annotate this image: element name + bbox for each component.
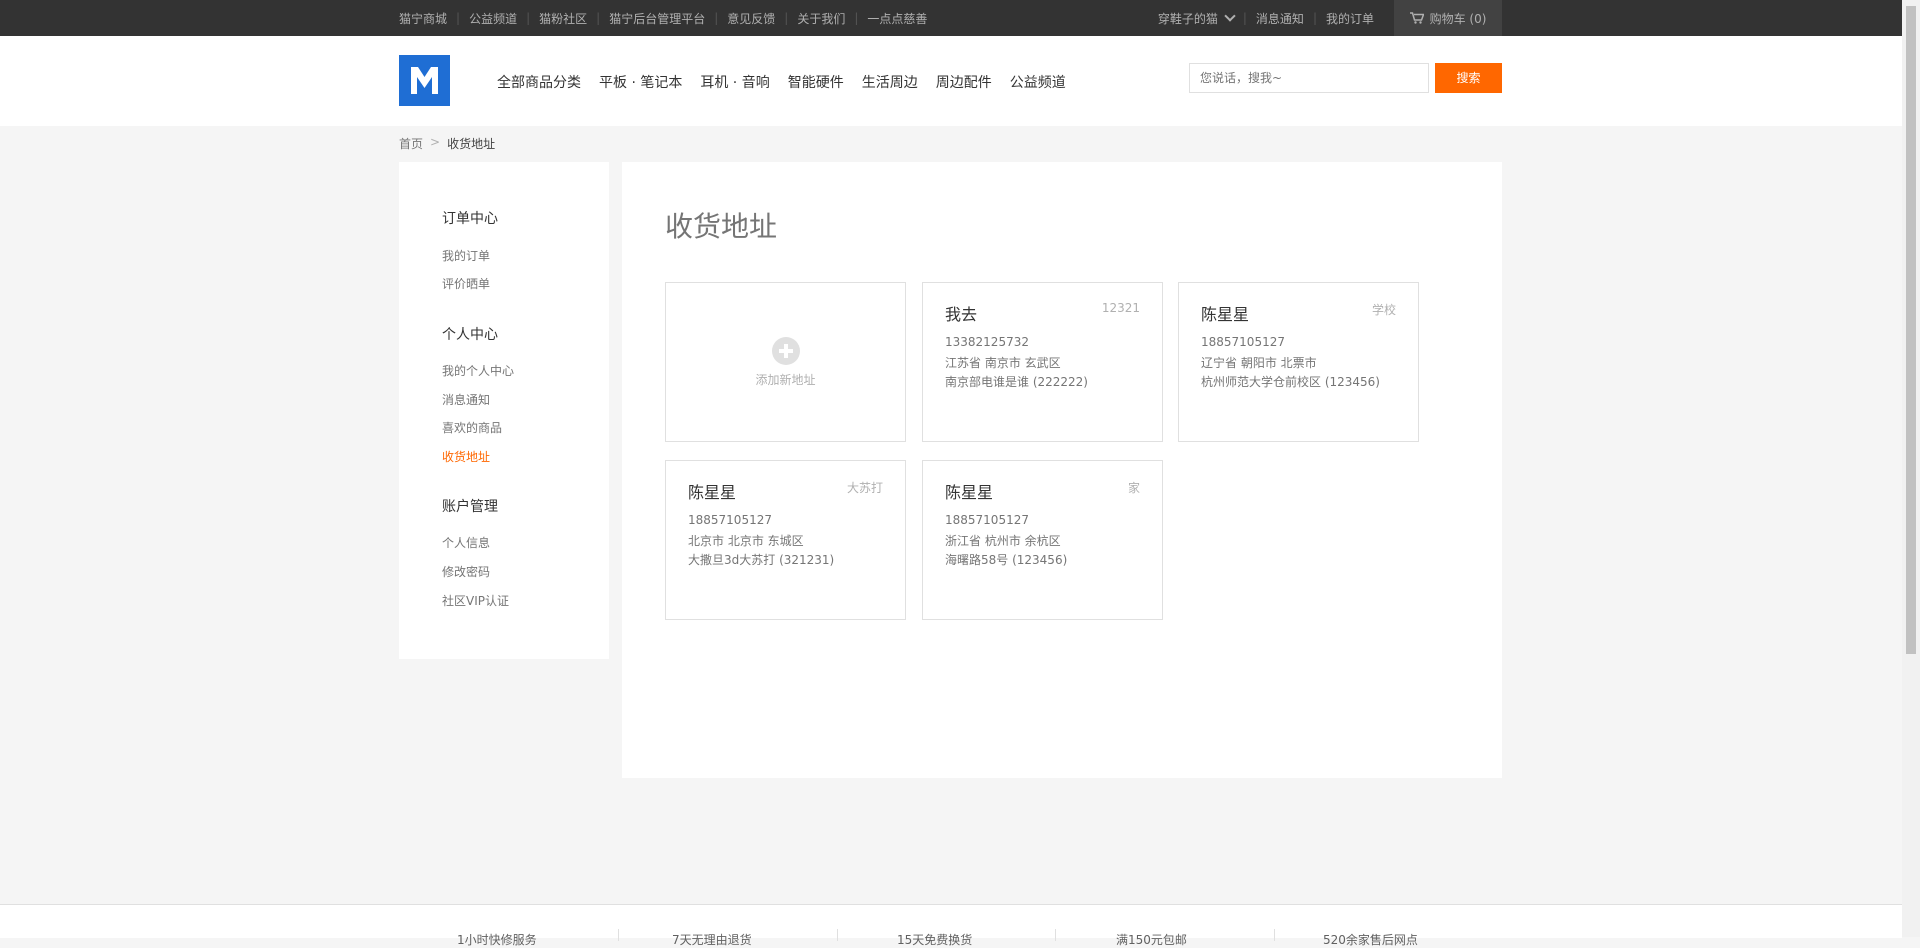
sidebar-item-personal-center[interactable]: 我的个人中心	[442, 362, 514, 379]
footer-item-service-points[interactable]: 520余家售后网点	[1323, 931, 1418, 948]
address-name: 陈星星	[945, 483, 994, 502]
search-input[interactable]	[1189, 63, 1429, 93]
address-detail: 大撒旦3d大苏打 (321231)	[688, 553, 835, 567]
site-header: 全部商品分类 平板 · 笔记本 耳机 · 音响 智能硬件 生活周边 周边配件 公…	[0, 36, 1902, 126]
top-link-admin[interactable]: 猫宁后台管理平台	[609, 10, 705, 27]
top-link-community[interactable]: 猫粉社区	[539, 10, 587, 27]
address-detail: 杭州师范大学仓前校区 (123456)	[1201, 375, 1380, 389]
top-link-about[interactable]: 关于我们	[797, 10, 845, 27]
sidebar-item-addresses[interactable]: 收货地址	[442, 448, 490, 465]
add-address-label: 添加新地址	[755, 372, 816, 387]
address-panel: 收货地址 添加新地址 我去 12321 13382125732 江苏省 南京市 …	[622, 162, 1502, 778]
breadcrumb: 首页 > 收货地址	[399, 135, 495, 152]
top-link-feedback[interactable]: 意见反馈	[727, 10, 775, 27]
address-name: 我去	[945, 305, 978, 324]
nav-lifestyle[interactable]: 生活周边	[862, 72, 918, 92]
breadcrumb-separator: >	[430, 135, 441, 149]
address-tag: 家	[1127, 481, 1140, 495]
address-tag: 学校	[1371, 303, 1396, 317]
search-button[interactable]: 搜索	[1435, 63, 1502, 93]
address-tag: 大苏打	[846, 481, 883, 495]
top-bar: 猫宁商城 | 公益频道 | 猫粉社区 | 猫宁后台管理平台 | 意见反馈 | 关于我们 | …	[0, 0, 1902, 36]
address-region: 辽宁省 朝阳市 北票市	[1201, 356, 1317, 370]
nav-tablet-laptop[interactable]: 平板 · 笔记本	[599, 72, 682, 92]
nav-all-categories[interactable]: 全部商品分类	[497, 72, 581, 92]
page-scrollbar[interactable]	[1902, 0, 1920, 937]
nav-accessories[interactable]: 周边配件	[936, 72, 992, 92]
sidebar-item-password[interactable]: 修改密码	[442, 563, 490, 580]
footer-item-shipping[interactable]: 满150元包邮	[1116, 931, 1187, 948]
address-tag: 12321	[1101, 301, 1140, 315]
footer-divider	[618, 929, 619, 941]
sidebar-item-profile[interactable]: 个人信息	[442, 534, 490, 551]
address-phone: 18857105127	[1201, 335, 1285, 349]
address-card[interactable]: 陈星星 大苏打 18857105127 北京市 北京市 东城区 大撒旦3d大苏打…	[665, 460, 906, 620]
address-detail: 南京部电谁是谁 (222222)	[945, 375, 1088, 389]
top-link-charity[interactable]: 公益频道	[469, 10, 517, 27]
plus-circle-icon	[771, 336, 800, 365]
nav-smart-hardware[interactable]: 智能硬件	[788, 72, 844, 92]
main-nav: 全部商品分类 平板 · 笔记本 耳机 · 音响 智能硬件 生活周边 周边配件 公…	[497, 72, 1084, 92]
footer-divider	[837, 929, 838, 941]
sidebar-title-personal: 个人中心	[442, 327, 498, 343]
address-card[interactable]: 陈星星 家 18857105127 浙江省 杭州市 余杭区 海曙路58号 (12…	[922, 460, 1163, 620]
breadcrumb-home[interactable]: 首页	[399, 135, 423, 152]
address-phone: 13382125732	[945, 335, 1029, 349]
sidebar-title-orders: 订单中心	[442, 211, 498, 227]
top-link-kindness[interactable]: 一点点慈善	[867, 10, 927, 27]
page-title: 收货地址	[665, 210, 778, 243]
user-menu[interactable]: 穿鞋子的猫	[1157, 10, 1236, 27]
scrollbar-thumb[interactable]	[1906, 6, 1916, 654]
user-name: 穿鞋子的猫	[1157, 11, 1218, 26]
sidebar-title-account: 账户管理	[442, 499, 498, 515]
top-links: 猫宁商城 | 公益频道 | 猫粉社区 | 猫宁后台管理平台 | 意见反馈 | 关于我们 | …	[399, 10, 928, 27]
sidebar-item-notifications[interactable]: 消息通知	[442, 391, 490, 408]
footer-item-return[interactable]: 7天无理由退货	[672, 931, 752, 948]
cart-button[interactable]: 购物车 (0)	[1394, 0, 1502, 36]
cart-label: 购物车 (0)	[1429, 11, 1487, 26]
address-name: 陈星星	[1201, 305, 1250, 324]
footer-item-exchange[interactable]: 15天免费换货	[897, 931, 972, 948]
brand-logo-icon[interactable]	[399, 55, 450, 106]
sidebar-section-orders: 订单中心	[442, 208, 498, 228]
top-user-area: 穿鞋子的猫 | 消息通知 | 我的订单 购物车 (0)	[1158, 0, 1502, 36]
add-address-card[interactable]: 添加新地址	[665, 282, 906, 442]
address-phone: 18857105127	[945, 513, 1029, 527]
sidebar-item-favorites[interactable]: 喜欢的商品	[442, 419, 502, 436]
notifications-link[interactable]: 消息通知	[1256, 10, 1304, 27]
top-link-mall[interactable]: 猫宁商城	[399, 10, 447, 27]
chevron-down-icon	[1224, 10, 1236, 22]
sidebar-item-reviews[interactable]: 评价晒单	[442, 275, 490, 292]
account-sidebar: 订单中心 我的订单 评价晒单 个人中心 我的个人中心 消息通知 喜欢的商品 收货…	[399, 162, 609, 659]
my-orders-link[interactable]: 我的订单	[1326, 10, 1374, 27]
footer-item-repair[interactable]: 1小时快修服务	[457, 931, 537, 948]
address-region: 江苏省 南京市 玄武区	[945, 356, 1061, 370]
footer-divider	[1055, 929, 1056, 941]
address-phone: 18857105127	[688, 513, 772, 527]
breadcrumb-current: 收货地址	[447, 137, 496, 151]
address-name: 陈星星	[688, 483, 737, 502]
cart-icon	[1409, 12, 1424, 24]
address-card[interactable]: 陈星星 学校 18857105127 辽宁省 朝阳市 北票市 杭州师范大学仓前校…	[1178, 282, 1419, 442]
footer-divider	[1274, 929, 1275, 941]
address-region: 浙江省 杭州市 余杭区	[945, 534, 1061, 548]
nav-audio[interactable]: 耳机 · 音响	[700, 72, 769, 92]
address-region: 北京市 北京市 东城区	[688, 534, 804, 548]
sidebar-item-my-orders[interactable]: 我的订单	[442, 247, 490, 264]
address-card[interactable]: 我去 12321 13382125732 江苏省 南京市 玄武区 南京部电谁是谁…	[922, 282, 1163, 442]
nav-charity[interactable]: 公益频道	[1010, 72, 1066, 92]
service-footer: 1小时快修服务 7天无理由退货 15天免费换货 满150元包邮 520余家售后网…	[0, 904, 1902, 947]
address-detail: 海曙路58号 (123456)	[945, 553, 1068, 567]
sidebar-item-vip[interactable]: 社区VIP认证	[442, 592, 509, 609]
